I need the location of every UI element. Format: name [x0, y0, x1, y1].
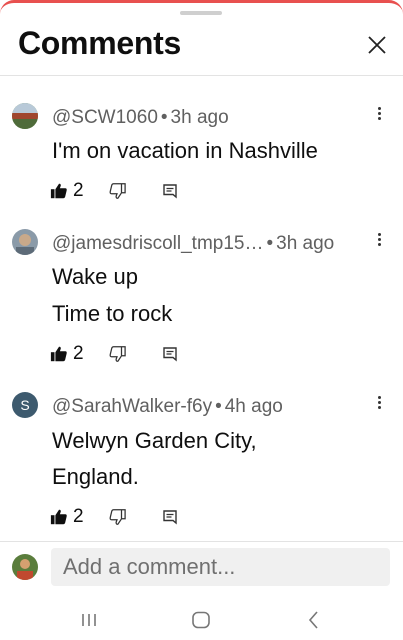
meta-separator: • [266, 233, 274, 254]
reply-icon [162, 510, 177, 525]
like-count: 2 [73, 343, 84, 364]
drag-handle[interactable] [180, 11, 222, 15]
like-button[interactable]: 2 [50, 506, 84, 528]
like-button[interactable]: 2 [50, 180, 84, 202]
comment-author[interactable]: @SCW1060 [52, 107, 158, 128]
comment-input[interactable] [51, 548, 390, 586]
comment-meta: @SCW1060 • 3h ago [52, 107, 229, 129]
dislike-button[interactable] [108, 508, 126, 526]
system-nav-bar [0, 599, 403, 640]
thumbs-down-icon [109, 183, 126, 199]
avatar[interactable]: S [12, 392, 38, 418]
composer-divider [0, 541, 403, 542]
thumbs-down-icon [109, 346, 126, 362]
comment-time: 3h ago [276, 233, 335, 254]
meta-separator: • [215, 396, 222, 417]
home-icon[interactable] [190, 609, 212, 631]
recent-apps-icon[interactable] [80, 609, 98, 631]
like-button[interactable]: 2 [50, 343, 84, 365]
reply-button[interactable] [162, 183, 178, 199]
comments-header: Comments [0, 23, 403, 73]
avatar-image [12, 103, 38, 129]
thumbs-up-icon [50, 346, 67, 362]
back-icon[interactable] [306, 609, 322, 631]
like-count: 2 [73, 180, 84, 201]
comment-meta: @SarahWalker-f6y • 4h ago [52, 396, 283, 418]
more-options-icon[interactable] [373, 394, 385, 414]
reply-icon [162, 184, 177, 199]
thumbs-up-icon [50, 509, 67, 525]
like-count: 2 [73, 506, 84, 527]
comment-text: Welwyn Garden City, [52, 428, 257, 453]
comment-time: 3h ago [170, 107, 229, 128]
more-options-icon[interactable] [373, 231, 385, 251]
avatar-letter: S [20, 397, 30, 413]
avatar[interactable] [12, 103, 38, 129]
comment-text: I'm on vacation in Nashville [52, 138, 318, 163]
close-icon[interactable] [365, 33, 389, 57]
user-avatar-image [12, 554, 38, 580]
avatar-image [12, 229, 38, 255]
comments-sheet: Comments @SCW1060 • 3h ago I'm on vacation… [0, 0, 403, 640]
thumbs-down-icon [109, 509, 126, 525]
avatar[interactable] [12, 229, 38, 255]
page-title: Comments [18, 25, 181, 61]
comment-actions: 2 [50, 342, 178, 366]
more-options-icon[interactable] [373, 105, 385, 125]
comment-meta: @jamesdriscoll_tmp15… • 3h ago [52, 233, 334, 255]
comment-time: 4h ago [224, 396, 283, 417]
comment-actions: 2 [50, 505, 178, 529]
avatar [12, 554, 38, 580]
reply-button[interactable] [162, 346, 178, 362]
reply-button[interactable] [162, 509, 178, 525]
header-divider [0, 75, 403, 76]
dislike-button[interactable] [108, 182, 126, 200]
comment-text: Wake up [52, 264, 139, 289]
thumbs-up-icon [50, 183, 67, 199]
comment-text: Time to rock [52, 301, 173, 326]
comment-text: England. [52, 464, 139, 489]
comment-actions: 2 [50, 179, 178, 203]
reply-icon [162, 347, 177, 362]
comment-author[interactable]: @jamesdriscoll_tmp15… [52, 233, 263, 254]
meta-separator: • [160, 107, 168, 128]
comment-author[interactable]: @SarahWalker-f6y [52, 396, 212, 417]
dislike-button[interactable] [108, 345, 126, 363]
